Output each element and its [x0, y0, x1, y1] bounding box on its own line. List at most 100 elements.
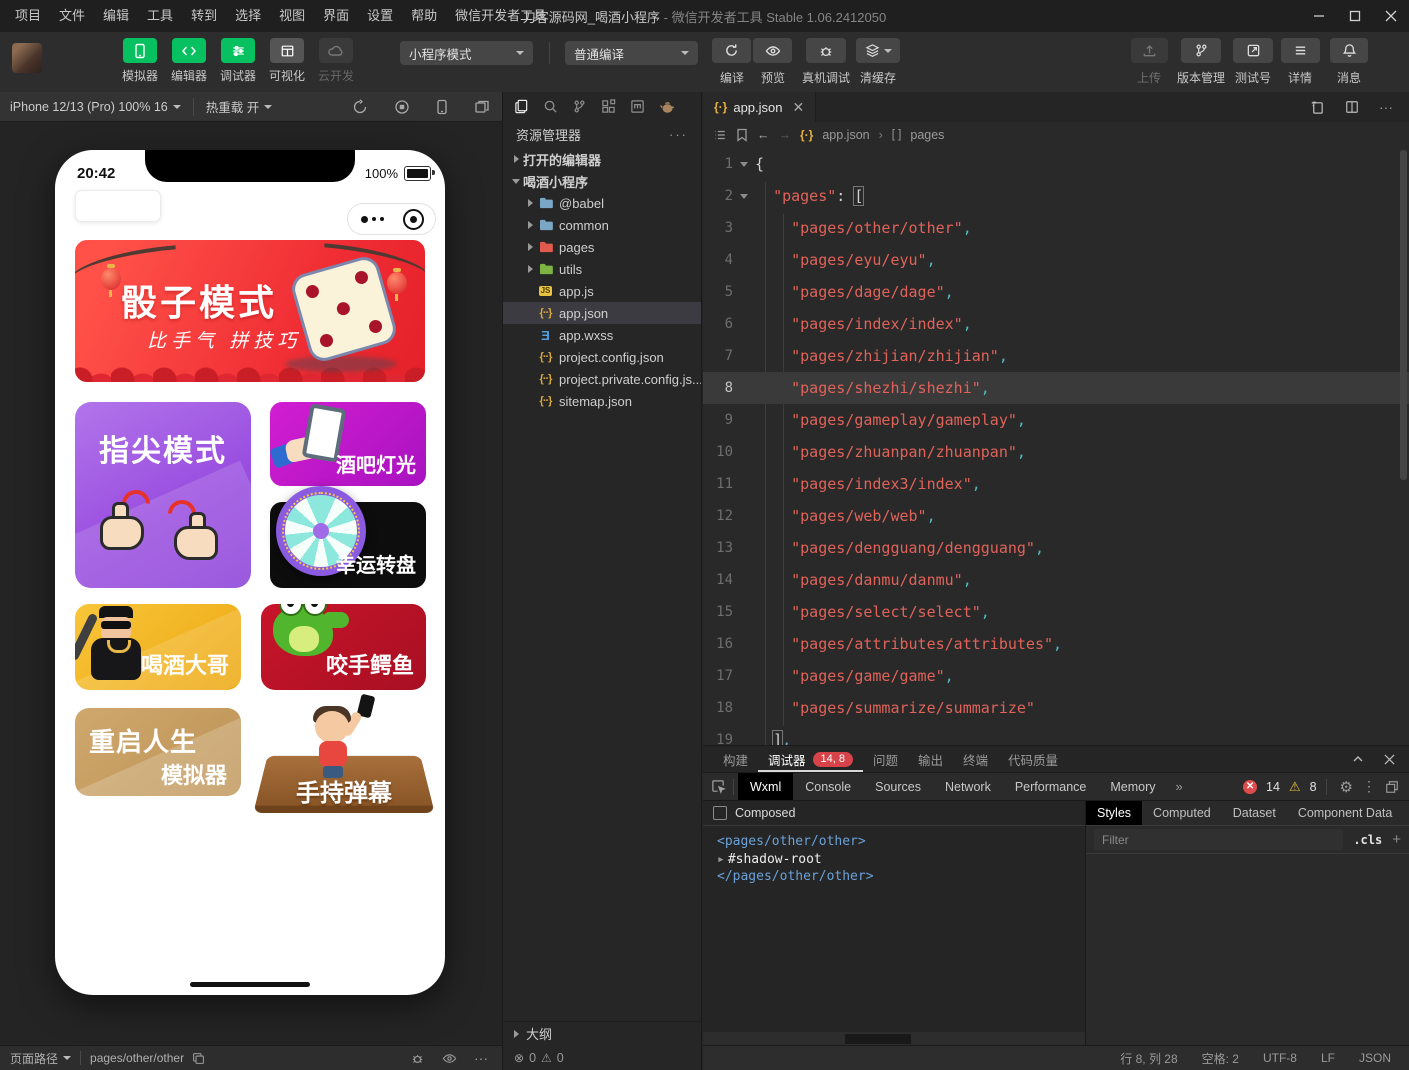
preview-button[interactable] — [753, 38, 792, 63]
rotate-device-icon[interactable] — [350, 98, 370, 116]
wechat-capsule[interactable] — [347, 203, 436, 235]
menu-视图[interactable]: 视图 — [270, 0, 314, 32]
tree-item-project.config.json[interactable]: {··}project.config.json — [503, 346, 701, 368]
code-line-15[interactable]: 15 "pages/select/select", — [703, 596, 1409, 628]
upload-button[interactable] — [1131, 38, 1168, 63]
compile-button[interactable] — [712, 38, 751, 63]
stop-record-icon[interactable] — [392, 98, 412, 116]
card-handheld-danmu[interactable]: 手持弹幕 — [261, 695, 427, 822]
inspect-element-icon[interactable] — [703, 779, 733, 794]
code-line-17[interactable]: 17 "pages/game/game", — [703, 660, 1409, 692]
more-actions-icon[interactable]: ··· — [474, 1050, 488, 1066]
close-icon[interactable] — [1384, 754, 1395, 765]
remote-debug-button[interactable] — [806, 38, 846, 63]
breadcrumb[interactable]: ← → {·} app.json › [ ] pages — [703, 122, 1409, 148]
cls-toggle[interactable]: .cls — [1353, 833, 1382, 847]
device-frame-icon[interactable] — [432, 98, 452, 116]
panel-tab-终端[interactable]: 终端 — [953, 746, 998, 772]
code-line-8[interactable]: 8 "pages/shezhi/shezhi", — [703, 372, 1409, 404]
code-line-3[interactable]: 3 "pages/other/other", — [703, 212, 1409, 244]
wxml-close-tag[interactable]: </pages/other/other> — [717, 868, 1085, 886]
minimize-button[interactable] — [1301, 0, 1337, 32]
card-biting-crocodile[interactable]: 咬手鳄鱼 — [261, 604, 426, 690]
extensions-icon[interactable] — [601, 99, 616, 114]
message-button[interactable] — [1330, 38, 1368, 63]
menu-选择[interactable]: 选择 — [226, 0, 270, 32]
panel-tab-输出[interactable]: 输出 — [908, 746, 953, 772]
user-avatar[interactable] — [12, 43, 42, 73]
files-icon[interactable] — [514, 99, 529, 114]
scrollbar-thumb[interactable] — [1400, 150, 1407, 480]
panel-tab-构建[interactable]: 构建 — [713, 746, 758, 772]
wxml-open-tag[interactable]: <pages/other/other> — [717, 833, 1085, 851]
details-button[interactable] — [1281, 38, 1320, 63]
hot-reload-toggle[interactable]: 热重载 开 — [206, 97, 272, 116]
close-icon[interactable]: ✕ — [793, 100, 805, 114]
styles-tab-dataset[interactable]: Dataset — [1222, 801, 1287, 825]
toolbar-sliders-button[interactable]: 调试器 — [220, 38, 256, 84]
card-restart-life[interactable]: 重启人生 模拟器 — [75, 708, 241, 796]
styles-filter-input[interactable] — [1094, 829, 1343, 850]
code-line-11[interactable]: 11 "pages/index3/index", — [703, 468, 1409, 500]
tree-item-utils[interactable]: utils — [503, 258, 701, 280]
tree-item-common[interactable]: common — [503, 214, 701, 236]
card-drinking-bro[interactable]: 喝酒大哥 — [75, 604, 241, 690]
more-vertical-icon[interactable]: ⋮ — [1362, 778, 1376, 795]
panel-tab-问题[interactable]: 问题 — [863, 746, 908, 772]
eye-icon[interactable] — [442, 1051, 457, 1066]
open-preview-icon[interactable] — [1310, 100, 1325, 115]
code-line-5[interactable]: 5 "pages/dage/dage", — [703, 276, 1409, 308]
fold-chevron-icon[interactable] — [733, 162, 755, 167]
more-actions-icon[interactable]: ··· — [1379, 99, 1393, 115]
wxml-shadow-root[interactable]: ▸#shadow-root — [717, 851, 1085, 869]
toolbar-code-button[interactable]: 编辑器 — [171, 38, 207, 84]
breadcrumb-file[interactable]: app.json — [822, 128, 869, 142]
devtools-tab-console[interactable]: Console — [793, 773, 863, 800]
card-bar-light[interactable]: 酒吧灯光 — [270, 402, 426, 486]
code-line-10[interactable]: 10 "pages/zhuanpan/zhuanpan", — [703, 436, 1409, 468]
device-select[interactable]: iPhone 12/13 (Pro) 100% 16 — [10, 100, 181, 114]
maximize-button[interactable] — [1337, 0, 1373, 32]
fold-chevron-icon[interactable] — [733, 194, 755, 199]
console-drawer-icon[interactable] — [1385, 780, 1399, 794]
code-line-18[interactable]: 18 "pages/summarize/summarize" — [703, 692, 1409, 724]
outline-list-icon[interactable] — [713, 128, 727, 142]
overflow-chevron-icon[interactable]: » — [1168, 779, 1191, 794]
devtools-tab-sources[interactable]: Sources — [863, 773, 933, 800]
collapse-icon[interactable] — [1352, 753, 1364, 765]
panel-tab-代码质量[interactable]: 代码质量 — [998, 746, 1068, 772]
code-line-9[interactable]: 9 "pages/gameplay/gameplay", — [703, 404, 1409, 436]
code-area[interactable]: 1{2 "pages": [3 "pages/other/other",4 "p… — [703, 148, 1409, 745]
add-style-icon[interactable]: + — [1392, 831, 1401, 848]
menu-帮助[interactable]: 帮助 — [402, 0, 446, 32]
back-icon[interactable]: ← — [757, 128, 770, 142]
composed-checkbox[interactable] — [713, 806, 727, 820]
clear-cache-button[interactable] — [856, 38, 900, 63]
tree-item------[interactable]: 喝酒小程序 — [503, 170, 701, 192]
tree-item-app.json[interactable]: {··}app.json — [503, 302, 701, 324]
menu-转到[interactable]: 转到 — [182, 0, 226, 32]
devtools-tab-memory[interactable]: Memory — [1098, 773, 1167, 800]
copy-icon[interactable] — [192, 1052, 205, 1065]
panel-tab-调试器[interactable]: 调试器14, 8 — [758, 746, 863, 772]
devtools-tab-network[interactable]: Network — [933, 773, 1003, 800]
outline-section[interactable]: 大纲 — [503, 1021, 701, 1045]
card-lucky-wheel[interactable]: 幸运转盘 — [270, 502, 426, 588]
styles-tab-styles[interactable]: Styles — [1086, 801, 1142, 825]
version-manage-button[interactable] — [1181, 38, 1221, 63]
devtools-tab-performance[interactable]: Performance — [1003, 773, 1099, 800]
code-line-1[interactable]: 1{ — [703, 148, 1409, 180]
horizontal-scrollbar[interactable] — [703, 1032, 1085, 1046]
split-editor-icon[interactable] — [1345, 100, 1359, 114]
tree-item-app.wxss[interactable]: Ǝapp.wxss — [503, 324, 701, 346]
mode-select[interactable]: 小程序模式 — [400, 41, 533, 65]
tree-item-@babel[interactable]: @babel — [503, 192, 701, 214]
tree-item-sitemap.json[interactable]: {··}sitemap.json — [503, 390, 701, 412]
problems-summary[interactable]: ⊗ 0 ⚠ 0 — [503, 1045, 701, 1070]
test-account-button[interactable] — [1233, 38, 1273, 63]
tree-item-app.js[interactable]: JSapp.js — [503, 280, 701, 302]
more-actions-icon[interactable]: ··· — [669, 127, 688, 142]
toolbar-layout-button[interactable]: 可视化 — [269, 38, 305, 84]
page-path-select[interactable]: 页面路径 — [10, 1050, 71, 1067]
code-line-2[interactable]: 2 "pages": [ — [703, 180, 1409, 212]
